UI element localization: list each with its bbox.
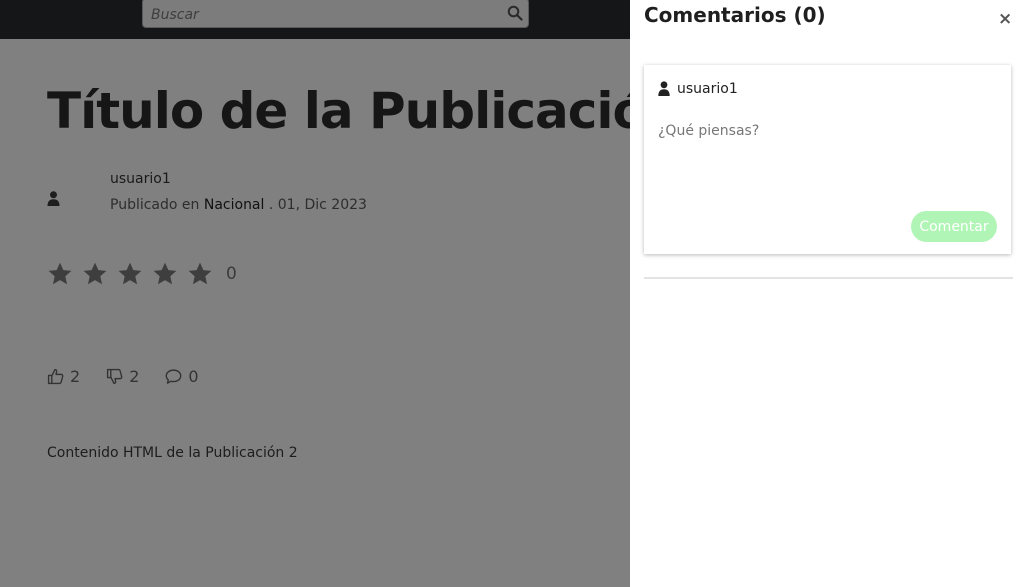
like-count: 2 bbox=[70, 367, 81, 386]
reactions-bar: 2 2 0 bbox=[47, 367, 225, 386]
search-icon[interactable] bbox=[507, 5, 523, 21]
dislike-count: 2 bbox=[129, 367, 140, 386]
post-category-link[interactable]: Nacional bbox=[204, 197, 265, 213]
thumbs-down-icon bbox=[107, 368, 123, 385]
published-prefix: Publicado en bbox=[110, 197, 200, 213]
comments-divider bbox=[644, 277, 1013, 279]
like-button[interactable]: 2 bbox=[47, 367, 80, 386]
rating-stars: 0 bbox=[47, 260, 237, 288]
comment-form: usuario1 Comentar bbox=[644, 65, 1011, 254]
submit-comment-button[interactable]: Comentar bbox=[911, 211, 997, 242]
search-box bbox=[142, 0, 529, 28]
post-meta: Publicado en Nacional . 01, Dic 2023 bbox=[110, 197, 367, 213]
user-icon bbox=[47, 191, 60, 206]
rating-count: 0 bbox=[226, 264, 237, 284]
post-author[interactable]: usuario1 bbox=[110, 171, 171, 187]
star-icon[interactable] bbox=[47, 261, 73, 287]
comment-icon bbox=[165, 369, 182, 384]
thumbs-up-icon bbox=[47, 368, 64, 385]
post-title: Título de la Publicación bbox=[47, 82, 681, 140]
star-icon[interactable] bbox=[152, 261, 178, 287]
comment-count: 0 bbox=[188, 367, 199, 386]
post-content: Contenido HTML de la Publicación 2 bbox=[47, 445, 298, 461]
star-icon[interactable] bbox=[82, 261, 108, 287]
comments-panel-title: Comentarios (0) bbox=[644, 3, 826, 27]
comment-form-username: usuario1 bbox=[677, 81, 738, 97]
search-input[interactable] bbox=[149, 3, 493, 27]
dislike-button[interactable]: 2 bbox=[106, 367, 139, 386]
user-icon bbox=[658, 81, 670, 96]
comments-panel: Comentarios (0) × usuario1 Comentar bbox=[630, 0, 1017, 587]
comments-button[interactable]: 0 bbox=[165, 367, 199, 386]
close-icon[interactable]: × bbox=[998, 9, 1012, 29]
star-icon[interactable] bbox=[187, 261, 213, 287]
comment-input[interactable] bbox=[658, 123, 998, 203]
post-date: . 01, Dic 2023 bbox=[268, 197, 367, 213]
star-icon[interactable] bbox=[117, 261, 143, 287]
